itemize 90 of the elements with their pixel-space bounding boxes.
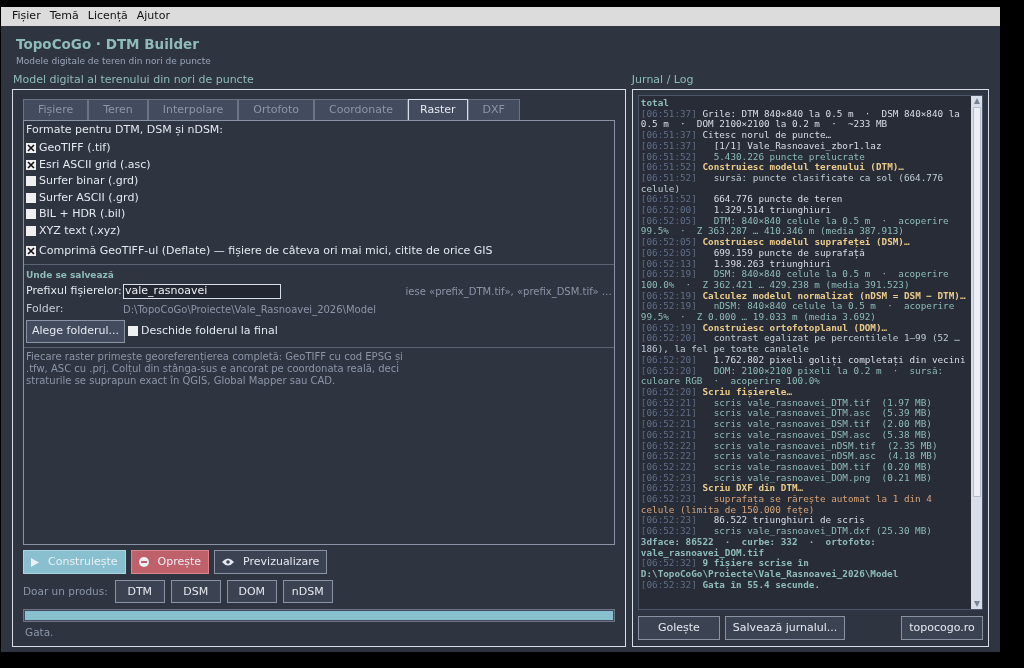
log-line: [06:52:32] Gata în 55.4 secunde.	[640, 579, 820, 591]
app-subtitle: Modele digitale de teren din nori de puncte	[16, 55, 212, 67]
log-line: [06:51:52] 664.776 puncte de teren	[640, 194, 844, 206]
log-line: [06:52:23] suprafața se rărește automat la 1 din 4 celule (limita de 150.000 fețe)	[640, 494, 933, 516]
section-title: Unde se salvează	[26, 268, 115, 281]
app-title: TopoCoGo · DTM Builder	[16, 35, 200, 53]
prefix-hint: iese «prefix_DTM.tif», «prefix_DSM.tif» …	[405, 285, 612, 299]
product-label: Doar un produs:	[23, 583, 108, 599]
log-line: [06:52:05] Construiesc modelul suprafeței (DSM)…	[640, 237, 911, 248]
formats-heading: Formate pentru DTM, DSM și nDSM:	[26, 123, 225, 137]
cross-icon	[27, 144, 35, 153]
log-line: [06:52:23] 86.522 triunghiuri de scris	[640, 515, 866, 527]
log-button[interactable]: Salvează jurnalul...	[724, 616, 846, 640]
format-label: BIL + HDR (.bil)	[39, 206, 126, 222]
menu-item[interactable]: Fișier	[12, 8, 41, 25]
choose-folder-button[interactable]: Alege folderul...	[26, 319, 126, 343]
log-line: [06:52:32] 9 fișiere scrise în D:\TopoCoGo\Proiecte\Vale_Rasnoavei_2026\Model	[640, 558, 900, 580]
checkbox[interactable]	[26, 159, 36, 170]
folder-path: D:\TopoCoGo\Proiecte\Vale_Rasnoavei_2026\Model	[123, 303, 376, 317]
log-line: [06:52:19] Construiesc ortofotoplanul (DOM)…	[640, 322, 889, 334]
log-line: [06:52:20] Scriu fișierele…	[640, 387, 792, 398]
log-line: [06:52:13] 1.398.263 triunghiuri	[640, 258, 832, 270]
log-line: [06:52:00] 1.329.514 triunghiuri	[640, 205, 833, 216]
cross-icon	[27, 160, 35, 169]
log-line: [06:51:37] Grile: DTM 840×840 la 0.5 m · DSM 840×840 la 0.5 m · DOM 2100×2100 la 0.2 m · ~233 MB	[640, 108, 961, 131]
format-label: XYZ text (.xyz)	[39, 222, 121, 239]
format-label: Surfer ASCII (.grd)	[39, 189, 139, 206]
info-text: Fiecare raster primește georeferențierea completă: GeoTIFF cu cod EPSG și .tfw, ASC cu .prj. Colțul din stânga-sus e ancorat pe coordonata reală, deci straturile se suprapun exact în QGIS, Global Mapper sau CAD.	[26, 350, 404, 387]
checkbox[interactable]	[26, 143, 36, 154]
preview-button[interactable]: Previzualizare	[214, 550, 328, 575]
scrollbar[interactable]	[971, 96, 982, 609]
log-line: [06:52:20] 1.762.802 pixeli goliți completați din vecini	[640, 354, 967, 366]
log-line: [06:51:37] [1/1] Vale_Rasnoavei_zbor1.laz	[640, 140, 883, 152]
format-label: GeoTIFF (.tif)	[39, 140, 111, 156]
log-line: total	[640, 98, 670, 109]
log-line: [06:52:22] scris vale_rasnoavei_nDSM.asc (4.18 MB)	[640, 451, 939, 462]
log-line: [06:51:37] Citesc norul de puncte…	[640, 130, 833, 141]
product-button[interactable]: DTM	[114, 580, 165, 604]
log-line: [06:51:52] sursă: puncte clasificate ca sol (664.776 celule)	[640, 172, 945, 195]
log-line: [06:52:19] Calculez modelul normalizat (nDSM = DSM − DTM)…	[640, 290, 967, 302]
log-line: [06:52:23] scris vale_rasnoavei_DOM.png (0.21 MB)	[640, 472, 933, 484]
checkbox[interactable]	[26, 209, 36, 220]
scroll-down-icon[interactable]	[972, 600, 981, 608]
product-button[interactable]: nDSM	[282, 580, 333, 604]
log-line: [06:52:21] scris vale_rasnoavei_DSM.asc (5.38 MB)	[640, 429, 933, 441]
checkbox[interactable]	[26, 246, 36, 257]
group-title: Model digital al terenului din nori de puncte	[13, 73, 255, 87]
stop-button[interactable]: Oprește	[130, 550, 210, 575]
log-line: [06:52:05] DTM: 840×840 celule la 0.5 m · acoperire 99.5% · Z 363.287 … 410.346 m (media 387.913)	[640, 215, 950, 237]
log-line: [06:52:23] Scriu DXF din DTM…	[640, 483, 804, 494]
field-label: Prefixul fișierelor:	[26, 283, 123, 300]
scroll-up-icon[interactable]	[972, 97, 981, 105]
log-line: 3dface: 86522 · curbe: 332 · ortofoto: vale_rasnoavei_DOM.tif	[640, 536, 877, 559]
log-line: [06:52:22] scris vale_rasnoavei_nDSM.tif (2.35 MB)	[640, 440, 939, 452]
play-icon	[31, 557, 39, 567]
log-line: [06:51:52] Construiesc modelul terenului (DTM)…	[640, 162, 905, 173]
format-label: Surfer binar (.grd)	[39, 173, 139, 189]
tab[interactable]: Raster	[408, 99, 468, 120]
log-line: [06:52:19] DSM: 840×840 celule la 0.5 m · acoperire 100.0% · Z 362.421 … 429.238 m (media 391.523)	[640, 269, 950, 291]
log-button[interactable]: topocogo.ro	[901, 616, 983, 640]
field-label: Folder:	[26, 301, 65, 318]
menu-item[interactable]: Ajutor	[136, 8, 170, 25]
log-line: [06:52:20] contrast egalizat pe percentilele 1–99 (52 … 186), la fel pe toate canalele	[640, 333, 961, 355]
log-line: [06:52:05] 699.159 puncte de suprafață	[640, 247, 865, 259]
checkbox[interactable]	[26, 176, 36, 187]
cross-icon	[27, 247, 35, 256]
product-button[interactable]: DSM	[170, 580, 221, 604]
compress-label: Comprimă GeoTIFF-ul (Deflate) — fișiere de câteva ori mai mici, citite de orice GIS	[39, 243, 493, 259]
log-title: Jurnal / Log	[631, 73, 695, 87]
log-line: [06:52:19] nDSM: 840×840 celule la 0.5 m · acoperire 99.5% · Z 0.000 … 19.033 m (media 3.692)	[640, 301, 956, 323]
checkbox[interactable]	[26, 225, 36, 236]
log-line: [06:52:21] scris vale_rasnoavei_DSM.tif (2.00 MB)	[640, 419, 933, 430]
log-line: [06:52:20] DOM: 2100×2100 pixeli la 0.2 m · sursă: culoare RGB · acoperire 100.0%	[640, 365, 945, 387]
log-line: [06:52:22] scris vale_rasnoavei_DOM.tif (0.20 MB)	[640, 461, 933, 473]
prefix-field[interactable]: vale_rasnoavei	[123, 284, 281, 299]
log-line: [06:52:32] scris vale_rasnoavei_DTM.dxf (25.30 MB)	[640, 526, 933, 537]
log-line: [06:52:21] scris vale_rasnoavei_DTM.tif (1.97 MB)	[640, 397, 933, 409]
checkbox[interactable]	[26, 192, 36, 203]
stop-icon	[138, 557, 149, 568]
format-label: Esri ASCII grid (.asc)	[39, 156, 151, 173]
product-button[interactable]: DOM	[226, 580, 277, 604]
menu-item[interactable]: Temă	[49, 8, 79, 25]
eye-icon	[222, 558, 235, 567]
status-text: Gata.	[25, 625, 55, 641]
open-folder-label: Deschide folderul la final	[141, 322, 278, 339]
log-button[interactable]: Golește	[637, 616, 720, 640]
log-line: [06:52:21] scris vale_rasnoavei_DTM.asc (5.39 MB)	[640, 408, 933, 420]
checkbox[interactable]	[128, 326, 139, 336]
log-line: [06:51:52] 5.430.226 puncte prelucrate	[640, 151, 865, 163]
menu-item[interactable]: Licență	[87, 8, 128, 25]
